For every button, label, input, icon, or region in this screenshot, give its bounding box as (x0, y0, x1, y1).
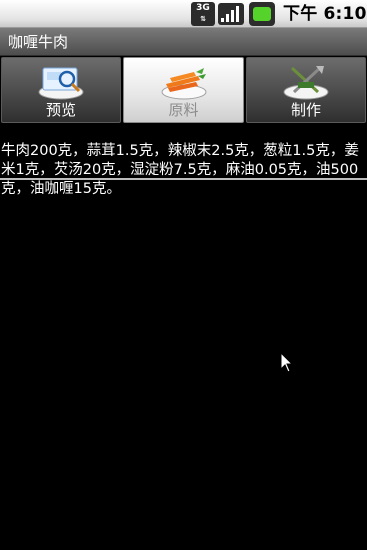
tab-bar: 预览 原料 制作 (0, 56, 367, 180)
ingredients-text: 牛肉200克，蒜茸1.5克，辣椒末2.5克，葱粒1.5克，姜米1克，芡汤20克，… (1, 143, 359, 197)
page-title: 咖喱牛肉 (8, 33, 69, 51)
tab-ingredients[interactable]: 原料 (123, 57, 244, 123)
cooking-utensils-icon (283, 66, 329, 100)
tab-preview-label: 预览 (45, 101, 76, 119)
tab-ingredients-label: 原料 (168, 101, 199, 119)
tab-cooking-label: 制作 (290, 101, 321, 119)
tab-preview[interactable]: 预览 (1, 57, 121, 123)
status-time: 下午 6:10 (283, 4, 367, 24)
status-bar: 3G ⇅ 下午 6:10 (0, 0, 367, 28)
mouse-cursor-icon (280, 352, 294, 373)
preview-dish-icon (38, 67, 84, 100)
3g-icon: 3G ⇅ (191, 2, 215, 26)
title-bar: 咖喱牛肉 (0, 28, 367, 56)
signal-icon (218, 3, 244, 25)
tab-cooking[interactable]: 制作 (246, 57, 366, 123)
ingredients-carrot-icon (161, 68, 206, 100)
battery-icon (249, 2, 275, 26)
